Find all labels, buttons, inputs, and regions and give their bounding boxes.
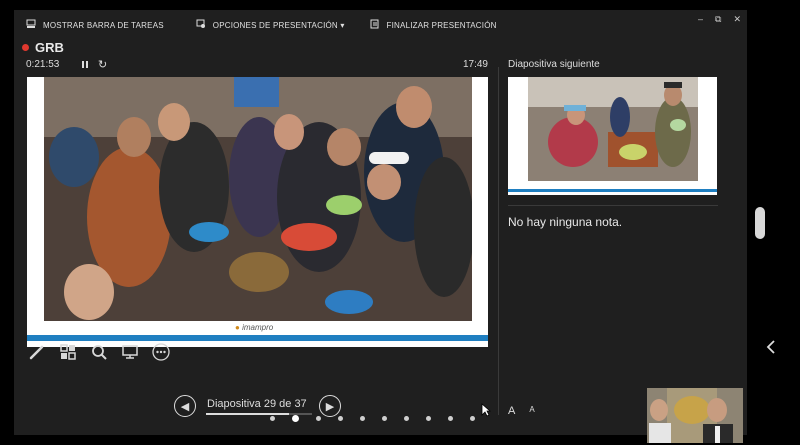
- restore-icon[interactable]: ⧉: [715, 14, 721, 25]
- slide-dot[interactable]: [404, 416, 409, 421]
- end-icon: [370, 19, 380, 31]
- slide-photo: [44, 77, 472, 321]
- reset-timer-icon[interactable]: ↻: [98, 58, 107, 71]
- screen-icon[interactable]: [121, 343, 139, 361]
- elapsed-timer: 0:21:53: [26, 59, 60, 70]
- chevron-left-icon[interactable]: [766, 340, 776, 359]
- slide-tools: [28, 343, 183, 361]
- show-taskbar-label: MOSTRAR BARRA DE TAREAS: [43, 20, 164, 30]
- current-time: 17:49: [462, 59, 488, 70]
- end-presentation-label: FINALIZAR PRESENTACIÓN: [386, 20, 497, 30]
- slide-dot[interactable]: [382, 416, 387, 421]
- next-slide-button[interactable]: ▶: [319, 395, 341, 417]
- next-slide-photo: [528, 77, 698, 181]
- grid-icon[interactable]: [59, 343, 77, 361]
- presenter-window: MOSTRAR BARRA DE TAREAS OPCIONES DE PRES…: [14, 10, 747, 435]
- slide-progress-fill: [206, 413, 289, 415]
- notes-divider: [508, 205, 718, 206]
- increase-font-button[interactable]: A: [508, 405, 515, 417]
- slide-counter: Diapositiva 29 de 37: [207, 398, 307, 410]
- scrollbar-thumb[interactable]: [755, 207, 765, 239]
- next-slide-accent-bar: [508, 189, 717, 192]
- pause-icon[interactable]: [81, 61, 89, 69]
- more-icon[interactable]: [152, 343, 170, 361]
- previous-slide-icon: ◀: [180, 400, 190, 413]
- mouse-cursor-icon: [481, 403, 492, 420]
- presentation-title-text: GRB: [35, 40, 64, 55]
- slide-dot[interactable]: [426, 416, 431, 421]
- close-icon[interactable]: ✕: [733, 14, 741, 25]
- slide-dot[interactable]: [338, 416, 343, 421]
- notes-font-buttons: A A: [508, 405, 549, 417]
- recording-dot-icon: [22, 44, 29, 51]
- slide-logo-text: imampro: [242, 323, 274, 332]
- timer-row: 0:21:53 ↻ 17:49: [26, 59, 488, 73]
- zoom-icon[interactable]: [90, 343, 108, 361]
- webcam-thumbnail: [647, 388, 743, 443]
- slide-logo: ● imampro: [235, 323, 274, 332]
- presentation-options-label: OPCIONES DE PRESENTACIÓN ▾: [212, 20, 345, 30]
- slide-dot[interactable]: [292, 415, 299, 422]
- next-slide-preview[interactable]: [508, 77, 717, 195]
- slide-dot[interactable]: [470, 416, 475, 421]
- slide-dot[interactable]: [448, 416, 453, 421]
- slide-accent-bar: [27, 335, 488, 341]
- presentation-options-button[interactable]: OPCIONES DE PRESENTACIÓN ▾: [196, 19, 345, 31]
- next-slide-label: Diapositiva siguiente: [508, 59, 600, 70]
- end-presentation-button[interactable]: FINALIZAR PRESENTACIÓN: [370, 19, 497, 31]
- taskbar-icon: [26, 19, 36, 31]
- slide-dot[interactable]: [270, 416, 275, 421]
- pen-icon[interactable]: [28, 343, 46, 361]
- slide-dot[interactable]: [316, 416, 321, 421]
- presenter-toolbar: MOSTRAR BARRA DE TAREAS OPCIONES DE PRES…: [14, 10, 747, 40]
- options-icon: [196, 19, 206, 31]
- show-taskbar-button[interactable]: MOSTRAR BARRA DE TAREAS: [26, 19, 164, 31]
- presentation-title: GRB: [22, 40, 64, 55]
- previous-slide-button[interactable]: ◀: [174, 395, 196, 417]
- current-slide[interactable]: ● imampro: [27, 77, 488, 347]
- slide-dot[interactable]: [360, 416, 365, 421]
- slide-dots: [270, 415, 492, 422]
- window-controls: – ⧉ ✕: [686, 14, 741, 25]
- pane-divider[interactable]: [498, 67, 499, 415]
- minimize-icon[interactable]: –: [698, 14, 703, 25]
- next-slide-icon: ▶: [325, 400, 335, 413]
- speaker-notes: No hay ninguna nota.: [508, 215, 623, 229]
- decrease-font-button[interactable]: A: [529, 405, 534, 417]
